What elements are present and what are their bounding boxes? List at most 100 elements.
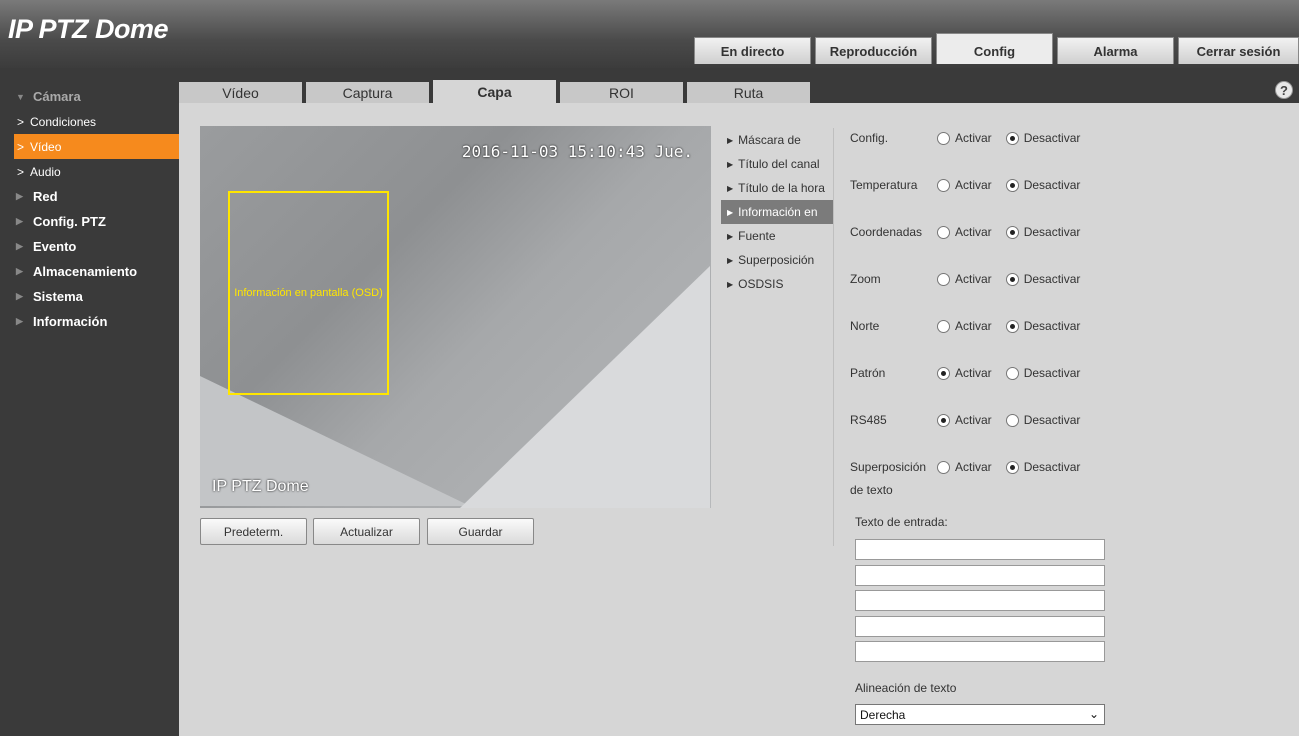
radio-option-deactivate[interactable]: Desactivar [1005, 225, 1080, 239]
radio-button[interactable] [937, 413, 950, 427]
text-input-5[interactable] [855, 641, 1105, 662]
radio-option-activate[interactable]: Activar [937, 131, 992, 145]
sidebar-item-camera[interactable]: ▼ Cámara [0, 84, 179, 109]
triangle-right-icon: ▶ [16, 266, 23, 276]
subtab-overlay[interactable]: Capa [433, 80, 556, 103]
radio-option-deactivate[interactable]: Desactivar [1005, 366, 1080, 380]
radio-option-deactivate[interactable]: Desactivar [1005, 131, 1080, 145]
sidebar-item-storage[interactable]: ▶ Almacenamiento [0, 259, 179, 284]
radio-button[interactable] [1005, 413, 1019, 427]
setting-row-config: Config. Activar Desactivar [850, 128, 1094, 148]
sidebar-item-label: Información [33, 314, 108, 329]
sidebar-subitem-label: Audio [30, 164, 61, 179]
radio-button[interactable] [937, 319, 950, 333]
sidebar-item-system[interactable]: ▶ Sistema [0, 284, 179, 309]
subtab-path[interactable]: Ruta [687, 82, 810, 103]
alignment-select[interactable]: Derecha ⌄ [855, 704, 1105, 725]
submenu-item-osd-info[interactable]: ▶ Información en [721, 200, 833, 224]
submenu-item-privacy-mask[interactable]: ▶ Máscara de [721, 128, 833, 152]
sidebar-item-event[interactable]: ▶ Evento [0, 234, 179, 259]
submenu-item-label: Fuente [738, 229, 776, 243]
radio-option-activate[interactable]: Activar [937, 366, 992, 380]
osd-label: Información en pantalla (OSD) [234, 287, 383, 299]
submenu-item-label: Título de la hora [738, 181, 825, 195]
tab-live[interactable]: En directo [694, 37, 811, 64]
submenu-item-font[interactable]: ▶ Fuente [721, 224, 833, 248]
radio-option-deactivate[interactable]: Desactivar [1005, 460, 1080, 474]
triangle-right-icon: ▶ [16, 216, 23, 226]
radio-button[interactable] [1005, 178, 1019, 192]
tab-config[interactable]: Config [936, 33, 1053, 64]
sidebar-item-network[interactable]: ▶ Red [0, 184, 179, 209]
submenu-item-label: Título del canal [738, 157, 820, 171]
sidebar-subitem-conditions[interactable]: > Condiciones [0, 109, 179, 134]
radio-option-activate[interactable]: Activar [937, 225, 992, 239]
radio-option-activate[interactable]: Activar [937, 413, 992, 427]
sidebar-item-label: Red [33, 189, 58, 204]
radio-button[interactable] [1005, 225, 1019, 239]
sidebar-item-ptz-config[interactable]: ▶ Config. PTZ [0, 209, 179, 234]
radio-option-activate[interactable]: Activar [937, 178, 992, 192]
radio-button[interactable] [1005, 131, 1019, 145]
radio-label: Activar [955, 131, 992, 145]
radio-option-activate[interactable]: Activar [937, 272, 992, 286]
sidebar-subitem-video[interactable]: > Vídeo [14, 134, 179, 159]
sidebar-subitem-audio[interactable]: > Audio [0, 159, 179, 184]
setting-label: Temperatura [850, 178, 918, 192]
radio-option-deactivate[interactable]: Desactivar [1005, 178, 1080, 192]
subtab-capture[interactable]: Captura [306, 82, 429, 103]
submenu-item-overlay[interactable]: ▶ Superposición [721, 248, 833, 272]
sidebar-item-information[interactable]: ▶ Información [0, 309, 179, 334]
subtab-bar: Vídeo Captura Capa ROI Ruta ? [179, 68, 1299, 103]
radio-option-activate[interactable]: Activar [937, 319, 992, 333]
triangle-right-icon: ▶ [16, 241, 23, 251]
setting-row-text-overlay: Superposición Activar Desactivar [850, 457, 1094, 477]
radio-button[interactable] [937, 272, 950, 286]
submenu-item-label: Información en [738, 205, 818, 219]
radio-option-deactivate[interactable]: Desactivar [1005, 272, 1081, 286]
radio-button[interactable] [937, 225, 950, 239]
setting-label: RS485 [850, 413, 887, 427]
submenu-item-osdsis[interactable]: ▶ OSDSIS [721, 272, 833, 296]
text-input-2[interactable] [855, 565, 1105, 586]
radio-button[interactable] [937, 366, 950, 380]
text-input-3[interactable] [855, 590, 1105, 611]
channel-title: IP PTZ Dome [212, 478, 309, 495]
radio-button[interactable] [937, 460, 950, 474]
setting-row-pattern: Patrón Activar Desactivar [850, 363, 1094, 383]
radio-option-activate[interactable]: Activar [937, 460, 992, 474]
setting-label: Zoom [850, 272, 881, 286]
setting-row-coordinates: Coordenadas Activar Desactivar [850, 222, 1094, 242]
radio-label: Activar [955, 319, 992, 333]
radio-option-deactivate[interactable]: Desactivar [1005, 413, 1080, 427]
default-button[interactable]: Predeterm. [200, 518, 307, 545]
tab-logout[interactable]: Cerrar sesión [1178, 37, 1299, 64]
subtab-video[interactable]: Vídeo [179, 82, 302, 103]
radio-button[interactable] [1005, 272, 1019, 286]
radio-option-deactivate[interactable]: Desactivar [1005, 319, 1081, 333]
radio-label: Desactivar [1023, 319, 1081, 333]
radio-button[interactable] [937, 178, 950, 192]
refresh-button[interactable]: Actualizar [313, 518, 420, 545]
radio-button[interactable] [937, 131, 950, 145]
text-input-4[interactable] [855, 616, 1105, 637]
text-input-1[interactable] [855, 539, 1105, 560]
submenu-item-channel-title[interactable]: ▶ Título del canal [721, 152, 833, 176]
sidebar-item-label: Sistema [33, 289, 83, 304]
chevron-right-icon: > [17, 164, 25, 179]
radio-button[interactable] [1005, 460, 1019, 474]
radio-button[interactable] [1005, 319, 1019, 333]
help-icon[interactable]: ? [1275, 81, 1293, 99]
submenu-item-time-title[interactable]: ▶ Título de la hora [721, 176, 833, 200]
setting-label: Patrón [850, 366, 886, 380]
caret-right-icon: ▶ [727, 255, 734, 265]
save-button[interactable]: Guardar [427, 518, 534, 545]
radio-label: Activar [955, 460, 992, 474]
caret-right-icon: ▶ [727, 279, 734, 289]
radio-label: Desactivar [1023, 272, 1081, 286]
tab-playback[interactable]: Reproducción [815, 37, 932, 64]
subtab-roi[interactable]: ROI [560, 82, 683, 103]
radio-button[interactable] [1005, 366, 1019, 380]
tab-alarm[interactable]: Alarma [1057, 37, 1174, 64]
osd-box[interactable]: Información en pantalla (OSD) [228, 191, 389, 395]
